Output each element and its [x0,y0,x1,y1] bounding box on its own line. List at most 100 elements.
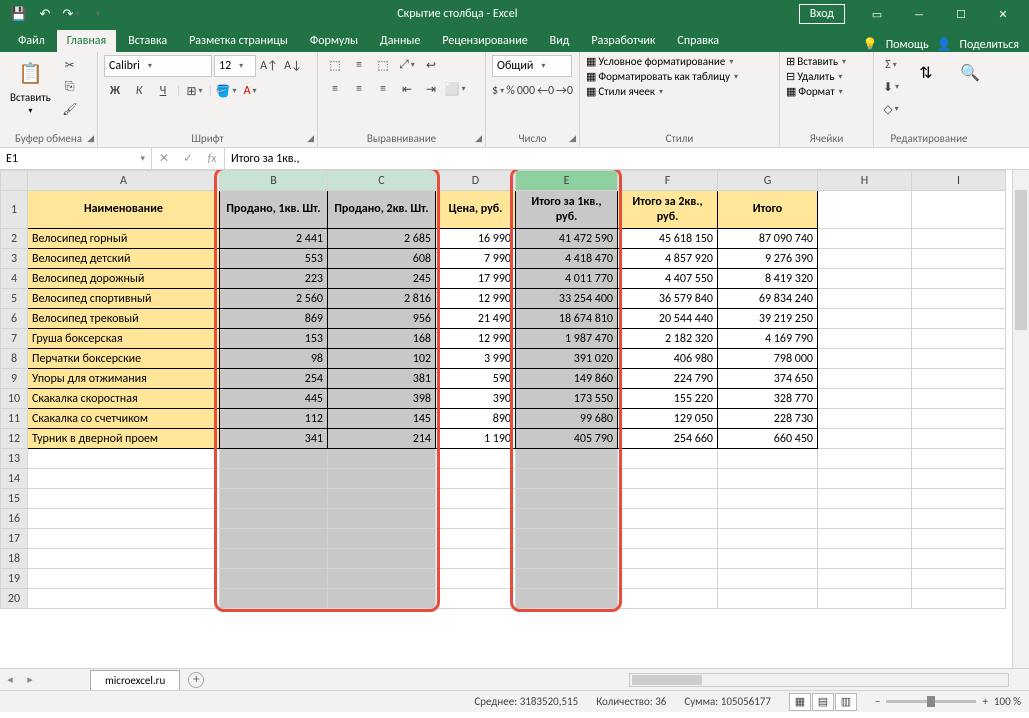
align-right-icon[interactable]: ≡ [372,79,394,99]
cell[interactable]: Скакалка со счетчиком [28,409,220,429]
cell[interactable]: 39 219 250 [718,309,818,329]
cell[interactable]: 4 418 470 [516,249,618,269]
cell[interactable]: 155 220 [618,389,718,409]
cell[interactable] [618,449,718,469]
cell[interactable] [220,529,328,549]
row-header-15[interactable]: 15 [1,489,28,509]
cell[interactable] [28,569,220,589]
cell[interactable] [516,489,618,509]
delete-cells-button[interactable]: ⊟ Удалить [786,70,867,83]
tab-help[interactable]: Справка [667,30,729,52]
row-header-8[interactable]: 8 [1,349,28,369]
cell[interactable]: 41 472 590 [516,229,618,249]
cell[interactable]: 45 618 150 [618,229,718,249]
cell[interactable] [516,529,618,549]
cell[interactable]: 12 990 [436,329,516,349]
cell[interactable] [912,509,1006,529]
cell[interactable] [818,589,912,609]
cell[interactable]: 7 990 [436,249,516,269]
cell[interactable] [818,249,912,269]
cell[interactable]: 4 407 550 [618,269,718,289]
bold-icon[interactable]: Ж [104,81,126,101]
header-cell[interactable]: Продано, 2кв. Шт. [328,191,436,229]
tab-review[interactable]: Рецензирование [432,30,537,52]
page-break-view-icon[interactable]: ▥ [835,693,857,711]
format-cells-button[interactable]: ▦ Формат [786,85,867,98]
increase-indent-icon[interactable]: ⇥ [420,79,442,99]
cell[interactable]: 8 419 320 [718,269,818,289]
formula-bar[interactable]: Итого за 1кв., [225,148,1029,169]
cell[interactable] [328,569,436,589]
cell[interactable]: Велосипед спортивный [28,289,220,309]
cell[interactable] [28,549,220,569]
cell[interactable]: 2 560 [220,289,328,309]
tab-view[interactable]: Вид [540,30,580,52]
cell[interactable] [912,469,1006,489]
sheet-tab[interactable]: microexcel.ru [90,670,180,690]
cell[interactable]: 341 [220,429,328,449]
cell[interactable]: 2 816 [328,289,436,309]
fill-icon[interactable]: ⬇ [880,77,902,97]
cell[interactable] [912,449,1006,469]
format-painter-icon[interactable]: 🖌 [59,99,81,119]
row-header-16[interactable]: 16 [1,509,28,529]
align-launcher-icon[interactable]: ◢ [475,133,482,144]
cell[interactable] [912,569,1006,589]
autosum-icon[interactable]: Σ [880,55,902,75]
cell[interactable] [912,289,1006,309]
cell[interactable] [516,509,618,529]
cell[interactable]: 445 [220,389,328,409]
close-icon[interactable]: ✕ [983,0,1023,28]
header-cell[interactable]: Наименование [28,191,220,229]
tab-file[interactable]: Файл [8,30,55,52]
row-header-9[interactable]: 9 [1,369,28,389]
tab-formulas[interactable]: Формулы [300,30,368,52]
cell[interactable] [818,389,912,409]
cell[interactable] [328,529,436,549]
cell[interactable]: Перчатки боксерские [28,349,220,369]
cell[interactable] [912,349,1006,369]
cell[interactable] [220,569,328,589]
cell[interactable]: Груша боксерская [28,329,220,349]
cell[interactable] [516,549,618,569]
font-color-icon[interactable]: A [239,81,261,101]
cell[interactable] [718,509,818,529]
save-icon[interactable]: 💾 [8,3,30,25]
font-size-select[interactable]: 12 [214,55,256,77]
select-all-corner[interactable] [1,171,28,191]
cell[interactable] [718,449,818,469]
cell[interactable] [328,449,436,469]
cell[interactable]: 956 [328,309,436,329]
cell[interactable] [28,529,220,549]
add-sheet-icon[interactable]: + [188,672,204,688]
header-cell[interactable]: Итого за 1кв., руб. [516,191,618,229]
cell[interactable]: 16 990 [436,229,516,249]
cell[interactable] [516,589,618,609]
vertical-scrollbar[interactable] [1012,170,1029,668]
cut-icon[interactable]: ✂ [59,55,81,75]
col-header-C[interactable]: C [328,171,436,191]
cell[interactable]: 173 550 [516,389,618,409]
cell[interactable]: 69 834 240 [718,289,818,309]
row-header-19[interactable]: 19 [1,569,28,589]
cell[interactable] [436,529,516,549]
cell[interactable] [818,509,912,529]
cell[interactable] [818,229,912,249]
col-header-A[interactable]: A [28,171,220,191]
row-header-7[interactable]: 7 [1,329,28,349]
maximize-icon[interactable]: ☐ [941,0,981,28]
share-icon[interactable]: 👤 [937,37,952,52]
header-cell[interactable]: Итого [718,191,818,229]
row-header-6[interactable]: 6 [1,309,28,329]
cell[interactable]: 102 [328,349,436,369]
cell[interactable]: Велосипед горный [28,229,220,249]
cell[interactable] [618,529,718,549]
fx-icon[interactable]: fx [200,152,224,166]
cell[interactable] [912,329,1006,349]
borders-icon[interactable]: ⊞ [184,81,206,101]
cell-styles-button[interactable]: ▦ Стили ячеек [586,85,773,98]
copy-icon[interactable]: ⎘ [59,77,81,97]
cell[interactable] [220,449,328,469]
decrease-font-icon[interactable]: A↓ [282,56,304,76]
cell[interactable]: Велосипед трековый [28,309,220,329]
